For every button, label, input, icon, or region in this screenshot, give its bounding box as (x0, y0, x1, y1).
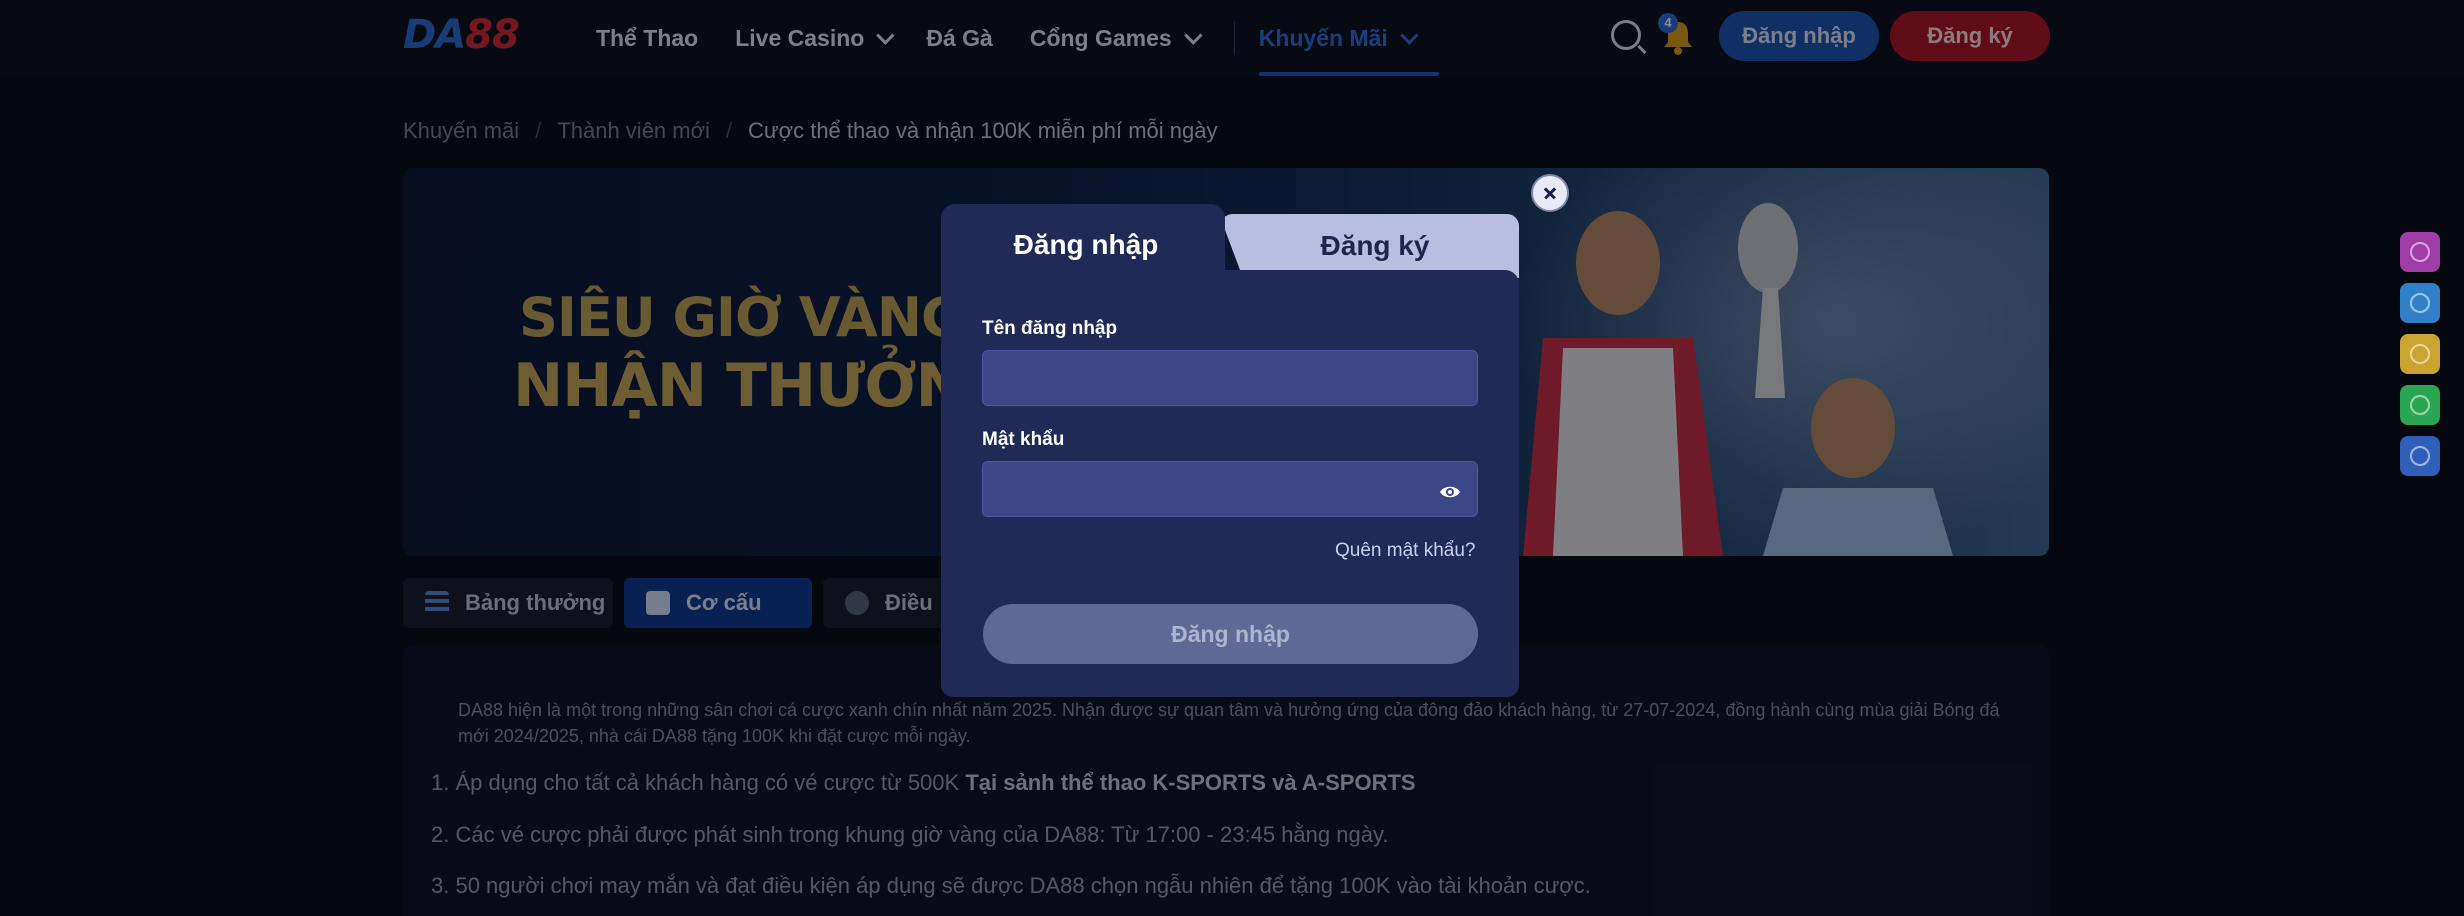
robot-icon[interactable] (2400, 334, 2440, 374)
username-label: Tên đăng nhập (982, 318, 1118, 339)
forgot-password-link[interactable]: Quên mật khẩu? (1335, 540, 1475, 562)
username-input[interactable] (982, 350, 1478, 406)
modal-tab-register-label[interactable]: Đăng ký (1231, 214, 1519, 278)
chat-icon[interactable] (2400, 232, 2440, 272)
login-submit-button[interactable]: Đăng nhập (983, 604, 1478, 664)
phone-icon[interactable] (2400, 385, 2440, 425)
facebook-icon[interactable] (2400, 436, 2440, 476)
password-input[interactable] (982, 461, 1478, 517)
password-label: Mật khẩu (982, 429, 1065, 450)
telegram-icon[interactable] (2400, 283, 2440, 323)
login-modal: Đăng ký Đăng nhập Tên đăng nhập Mật khẩu… (941, 204, 1519, 697)
modal-tab-login-label[interactable]: Đăng nhập (941, 204, 1231, 286)
show-password-icon[interactable] (1439, 481, 1461, 503)
close-icon[interactable] (1533, 176, 1567, 210)
